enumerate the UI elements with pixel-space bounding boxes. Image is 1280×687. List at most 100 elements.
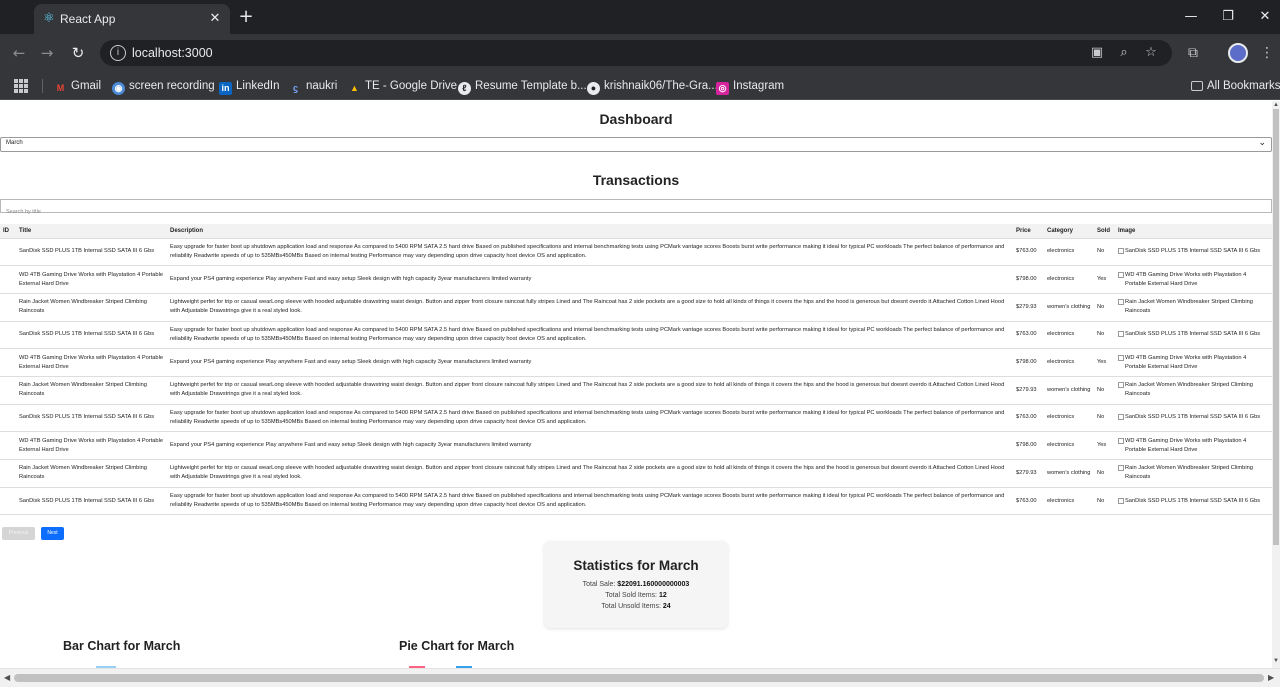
- scroll-up-icon[interactable]: ▲: [1272, 102, 1280, 108]
- close-tab-icon[interactable]: ✕: [206, 10, 224, 28]
- broken-image: SanDisk SSD PLUS 1TB Internal SSD SATA I…: [1118, 497, 1269, 506]
- cell-sold: No: [1094, 404, 1115, 433]
- broken-image-icon: [1118, 354, 1124, 361]
- total-unsold-value: 24: [662, 603, 671, 610]
- cell-price: $798.00: [1013, 431, 1044, 460]
- cell-id: [0, 404, 16, 433]
- tab-title: React App: [60, 12, 116, 26]
- cell-image: WD 4TB Gaming Drive Works with Playstati…: [1115, 348, 1272, 377]
- previous-button[interactable]: Previous: [2, 527, 35, 540]
- extensions-icon[interactable]: ⧉: [1182, 42, 1204, 64]
- scroll-right-icon[interactable]: ▶: [1268, 673, 1274, 682]
- image-alt-text: SanDisk SSD PLUS 1TB Internal SSD SATA I…: [1125, 248, 1261, 255]
- zoom-icon[interactable]: ⌕: [1115, 44, 1133, 62]
- total-sale-value: $22091.160000000003: [617, 581, 690, 588]
- table-row: Rain Jacket Women Windbreaker Striped Cl…: [0, 459, 1272, 488]
- total-sold-value: 12: [658, 592, 667, 599]
- broken-image-icon: [1118, 497, 1124, 504]
- search-container: [0, 199, 1272, 218]
- cell-sold: No: [1094, 459, 1115, 488]
- bookmark-resume-template[interactable]: ℓ Resume Template b...: [458, 77, 587, 95]
- cell-title: Rain Jacket Women Windbreaker Striped Cl…: [16, 376, 167, 405]
- bookmark-separator: [42, 79, 43, 93]
- cell-price: $798.00: [1013, 265, 1044, 294]
- profile-avatar[interactable]: [1228, 43, 1248, 63]
- cell-price: $798.00: [1013, 348, 1044, 377]
- window-close-icon[interactable]: ✕: [1250, 6, 1280, 28]
- image-alt-text: SanDisk SSD PLUS 1TB Internal SSD SATA I…: [1125, 414, 1261, 421]
- transactions-table: ID Title Description Price Category Sold…: [0, 224, 1272, 516]
- menu-icon[interactable]: ⋮: [1256, 42, 1278, 64]
- col-header-sold: Sold: [1094, 224, 1115, 239]
- col-header-price: Price: [1013, 224, 1044, 239]
- cell-title: SanDisk SSD PLUS 1TB Internal SSD SATA I…: [16, 238, 167, 267]
- vertical-scrollbar[interactable]: ▲ ▼: [1272, 101, 1280, 668]
- apps-grid-icon[interactable]: [14, 79, 28, 93]
- recording-icon: ◉: [112, 82, 125, 95]
- table-row: WD 4TB Gaming Drive Works with Playstati…: [0, 265, 1272, 294]
- cell-image: SanDisk SSD PLUS 1TB Internal SSD SATA I…: [1115, 321, 1272, 350]
- vertical-scroll-thumb[interactable]: [1273, 109, 1279, 545]
- total-sale-label: Total Sale:: [582, 581, 616, 588]
- image-alt-text: WD 4TB Gaming Drive Works with Playstati…: [1125, 437, 1247, 453]
- cell-image: WD 4TB Gaming Drive Works with Playstati…: [1115, 431, 1272, 460]
- linkedin-icon: in: [219, 82, 232, 95]
- cell-id: [0, 238, 16, 267]
- cell-price: $279.93: [1013, 459, 1044, 488]
- restore-icon[interactable]: ❐: [1213, 6, 1243, 28]
- bookmarks-bar: M Gmail ◉ screen recording in LinkedIn ϛ nau…: [0, 72, 1280, 100]
- bookmark-star-icon[interactable]: ☆: [1142, 44, 1160, 62]
- table-row: SanDisk SSD PLUS 1TB Internal SSD SATA I…: [0, 404, 1272, 433]
- month-select-value: March: [6, 140, 23, 146]
- install-app-icon[interactable]: ▣: [1088, 44, 1106, 62]
- cell-sold: Yes: [1094, 348, 1115, 377]
- new-tab-icon[interactable]: +: [236, 6, 256, 28]
- cell-description: Lightweight perfet for trip or casual we…: [167, 459, 1013, 488]
- cell-price: $763.00: [1013, 404, 1044, 433]
- col-header-description: Description: [167, 224, 1013, 239]
- bookmark-screen-recording[interactable]: ◉ screen recording: [112, 77, 215, 95]
- next-button[interactable]: Next: [41, 527, 64, 540]
- bookmark-te-google-drive[interactable]: ▲ TE - Google Drive: [348, 77, 457, 95]
- reload-icon[interactable]: ↻: [67, 42, 89, 64]
- cell-category: women's clothing: [1044, 376, 1094, 405]
- scroll-left-icon[interactable]: ◀: [4, 673, 10, 682]
- cell-description: Lightweight perfet for trip or casual we…: [167, 376, 1013, 405]
- search-input[interactable]: [1, 206, 1271, 218]
- cell-category: electronics: [1044, 487, 1094, 516]
- cell-category: electronics: [1044, 431, 1094, 460]
- resume-icon: ℓ: [458, 82, 471, 95]
- image-alt-text: WD 4TB Gaming Drive Works with Playstati…: [1125, 271, 1247, 287]
- cell-id: [0, 348, 16, 377]
- minimize-icon[interactable]: —: [1176, 6, 1206, 28]
- bookmark-instagram[interactable]: ◎ Instagram: [716, 77, 784, 95]
- cell-category: electronics: [1044, 238, 1094, 267]
- bookmark-gmail[interactable]: M Gmail: [54, 77, 101, 95]
- cell-category: women's clothing: [1044, 459, 1094, 488]
- horizontal-scroll-thumb[interactable]: [14, 674, 1264, 682]
- cell-description: Easy upgrade for faster boot up shutdown…: [167, 321, 1013, 350]
- bookmark-naukri[interactable]: ϛ naukri: [289, 77, 337, 95]
- bookmark-linkedin[interactable]: in LinkedIn: [219, 77, 279, 95]
- month-select[interactable]: March ⌄: [0, 137, 1272, 152]
- address-bar[interactable]: i localhost:3000 ▣ ⌕ ☆: [100, 40, 1172, 66]
- cell-id: [0, 376, 16, 405]
- cell-title: SanDisk SSD PLUS 1TB Internal SSD SATA I…: [16, 321, 167, 350]
- scroll-down-icon[interactable]: ▼: [1272, 658, 1280, 664]
- cell-description: Lightweight perfet for trip or casual we…: [167, 293, 1013, 322]
- forward-icon[interactable]: →: [36, 42, 58, 64]
- url-text: localhost:3000: [132, 46, 213, 60]
- cell-sold: No: [1094, 376, 1115, 405]
- back-icon[interactable]: ←: [8, 42, 30, 64]
- cell-price: $763.00: [1013, 238, 1044, 267]
- bookmark-github[interactable]: ● krishnaik06/The-Gra...: [587, 77, 718, 95]
- drive-icon: ▲: [350, 83, 359, 93]
- site-info-icon[interactable]: i: [110, 45, 126, 61]
- cell-description: Easy upgrade for faster boot up shutdown…: [167, 487, 1013, 516]
- browser-tab[interactable]: ⚛ React App ✕: [34, 4, 230, 34]
- statistics-title: Statistics for March: [573, 558, 699, 573]
- all-bookmarks[interactable]: All Bookmarks: [1191, 77, 1280, 95]
- horizontal-scrollbar[interactable]: ◀ ▶: [0, 668, 1280, 687]
- cell-price: $763.00: [1013, 321, 1044, 350]
- total-unsold-line: Total Unsold Items: 24: [544, 603, 728, 610]
